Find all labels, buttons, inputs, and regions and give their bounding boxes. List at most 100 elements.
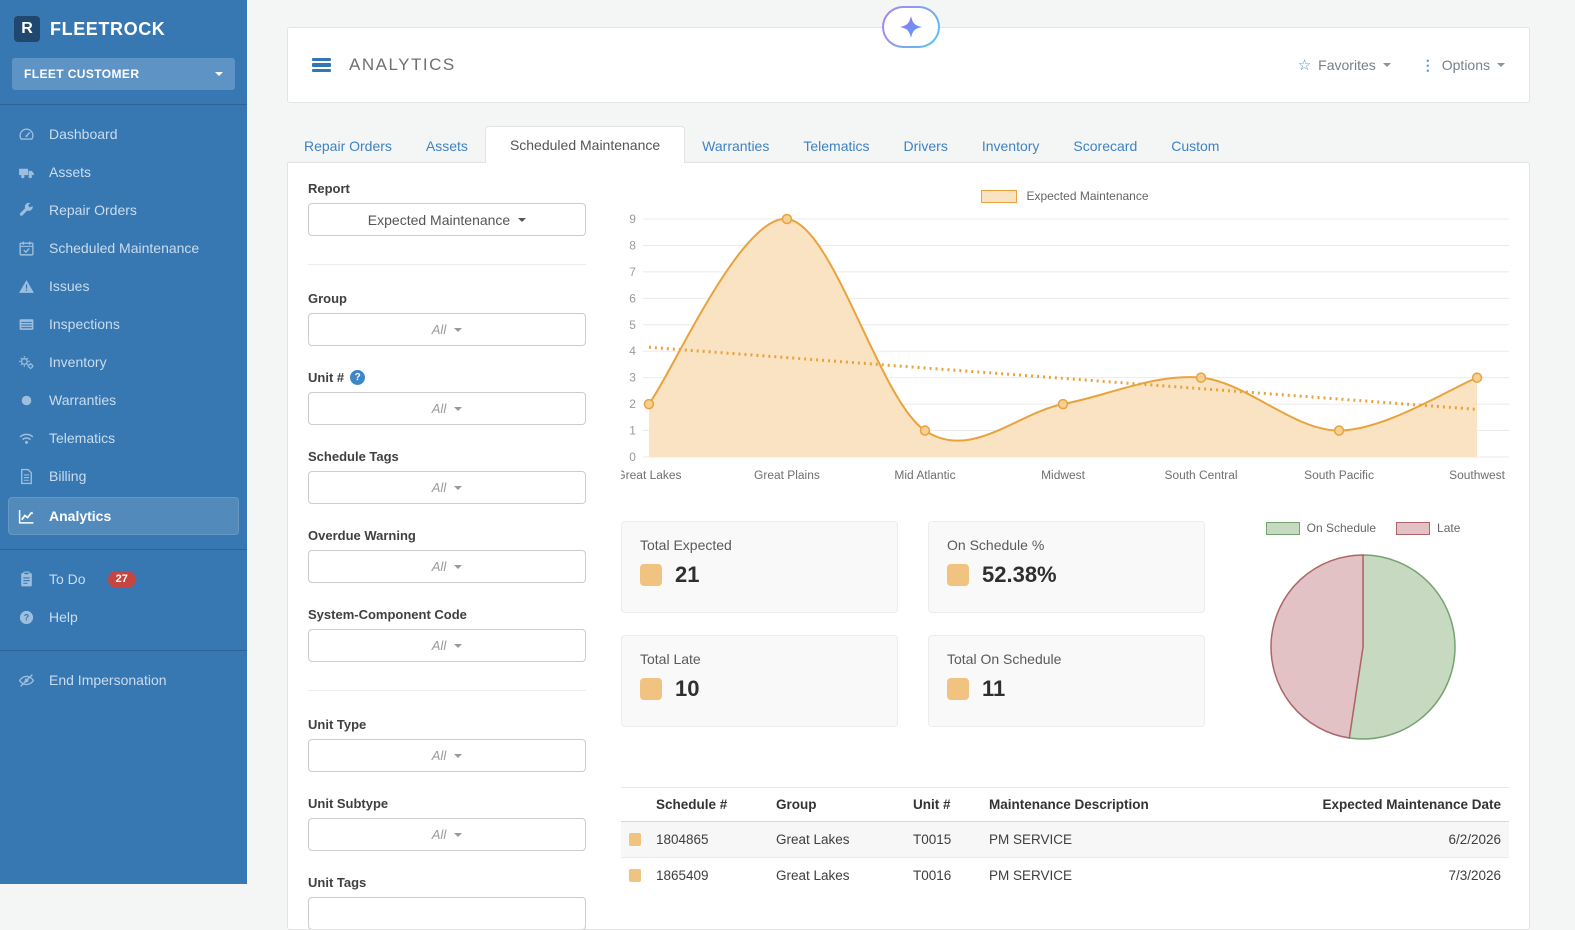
schedule-table-wrap: Schedule # Group Unit # Maintenance Desc…: [621, 787, 1509, 893]
filter-group: Group All: [308, 291, 586, 346]
sidebar-item-label: Dashboard: [49, 126, 118, 142]
stat-swatch-icon: [640, 678, 662, 700]
tab-scorecard[interactable]: Scorecard: [1056, 130, 1154, 162]
chevron-down-icon: [454, 643, 463, 648]
tab-custom[interactable]: Custom: [1154, 130, 1236, 162]
filter-report: Report Expected Maintenance: [308, 181, 586, 236]
sidebar-item-label: End Impersonation: [49, 672, 167, 688]
sidebar-item-to-do[interactable]: To Do 27: [0, 560, 247, 598]
sidebar-item-help[interactable]: ? Help: [0, 598, 247, 636]
ai-assistant-button[interactable]: [882, 6, 940, 48]
table-row[interactable]: 1865409 Great Lakes T0016 PM SERVICE 7/3/202…: [621, 857, 1509, 893]
sidebar-item-inspections[interactable]: Inspections: [0, 305, 247, 343]
sidebar-item-dashboard[interactable]: Dashboard: [0, 115, 247, 153]
svg-text:South Pacific: South Pacific: [1304, 468, 1374, 482]
svg-text:9: 9: [629, 212, 636, 226]
sidebar-item-label: Repair Orders: [49, 202, 137, 218]
pie-legend-entry: On Schedule: [1265, 521, 1377, 535]
sidebar-item-label: Issues: [49, 278, 90, 294]
filter-overdue-warning: Overdue Warning All: [308, 528, 586, 583]
area-chart-legend: Expected Maintenance: [621, 189, 1509, 203]
stat-card-on-schedule-: On Schedule % 52.38%: [928, 521, 1205, 613]
chevron-down-icon: [215, 72, 223, 76]
report-content: Expected Maintenance 0 1 2 3 4 5 6 7 8 9 Great Lak…: [621, 163, 1509, 893]
help-icon[interactable]: ?: [350, 370, 366, 385]
chevron-down-icon: [454, 485, 463, 490]
svg-text:Mid Atlantic: Mid Atlantic: [894, 468, 955, 482]
pie-legend-entry: Late: [1396, 521, 1460, 535]
sidebar-nav-main: Dashboard Assets Repair Orders Scheduled Ma…: [0, 115, 247, 535]
favorites-dropdown[interactable]: ☆ Favorites: [1298, 57, 1391, 73]
table-cell: T0016: [913, 857, 989, 893]
app-logo: R FLEETROCK: [0, 0, 247, 52]
sidebar-item-analytics[interactable]: Analytics: [8, 497, 239, 535]
legend-swatch: [1396, 521, 1431, 535]
stats-cards: Total Expected 21 On Schedule % 52.38% Total…: [621, 521, 1205, 727]
tab-scheduled-maintenance[interactable]: Scheduled Maintenance: [484, 126, 686, 163]
legend-label: On Schedule: [1306, 521, 1377, 535]
chevron-down-icon: [1382, 63, 1391, 67]
svg-text:4: 4: [629, 344, 636, 358]
filter-unit-tags: Unit Tags: [308, 875, 586, 929]
sidebar-item-warranties[interactable]: Warranties: [0, 381, 247, 419]
chart-icon: [18, 508, 35, 525]
tab-warranties[interactable]: Warranties: [685, 130, 786, 162]
filter-select[interactable]: All: [308, 471, 586, 504]
filter-select-value: All: [431, 559, 447, 574]
sidebar-item-label: Assets: [49, 164, 92, 180]
stat-value: 10: [675, 676, 700, 701]
svg-text:1: 1: [629, 424, 636, 438]
sidebar-item-label: Warranties: [49, 392, 117, 408]
sidebar-item-end-impersonation[interactable]: End Impersonation: [0, 661, 247, 699]
sidebar-item-repair-orders[interactable]: Repair Orders: [0, 191, 247, 229]
sidebar-item-assets[interactable]: Assets: [0, 153, 247, 191]
sidebar-item-billing[interactable]: Billing: [0, 457, 247, 495]
main-area: ANALYTICS ☆ Favorites ⋮ Options Repair O…: [247, 0, 1575, 930]
tab-repair-orders[interactable]: Repair Orders: [287, 130, 409, 162]
filter-select[interactable]: All: [308, 313, 586, 346]
tab-drivers[interactable]: Drivers: [886, 130, 964, 162]
favorites-label: Favorites: [1318, 57, 1376, 73]
on-schedule-pie-chart: [1270, 554, 1456, 740]
filter-select[interactable]: All: [308, 629, 586, 662]
sidebar-item-issues[interactable]: Issues: [0, 267, 247, 305]
warning-icon: [18, 278, 35, 295]
svg-text:3: 3: [629, 371, 636, 385]
tab-telematics[interactable]: Telematics: [786, 130, 886, 162]
filter-schedule-tags: Schedule Tags All: [308, 449, 586, 504]
sidebar-item-label: Telematics: [49, 430, 116, 446]
filter-divider: [308, 264, 586, 265]
page-title: ANALYTICS: [349, 55, 456, 74]
sidebar-item-scheduled-maintenance[interactable]: Scheduled Maintenance: [0, 229, 247, 267]
stat-swatch-icon: [640, 564, 662, 586]
legend-swatch: [981, 189, 1018, 203]
customer-selector-dropdown[interactable]: FLEET CUSTOMER: [12, 58, 235, 90]
scheduled-maintenance-panel: Report Expected Maintenance Group All Unit…: [287, 162, 1530, 930]
menu-toggle-icon[interactable]: [312, 57, 331, 73]
sidebar-divider: [0, 549, 247, 550]
sidebar-nav-footer: End Impersonation: [0, 661, 247, 699]
sidebar-item-label: Help: [49, 609, 78, 625]
table-cell: Great Lakes: [776, 821, 913, 858]
report-select[interactable]: Expected Maintenance: [308, 203, 586, 236]
sidebar-item-telematics[interactable]: Telematics: [0, 419, 247, 457]
options-dropdown[interactable]: ⋮ Options: [1421, 57, 1505, 73]
column-header: Group: [776, 787, 913, 822]
filter-select[interactable]: [308, 897, 586, 929]
stat-label: Total Late: [640, 651, 701, 667]
table-row[interactable]: 1804865 Great Lakes T0015 PM SERVICE 6/2/202…: [621, 821, 1509, 858]
filter-select[interactable]: All: [308, 818, 586, 851]
stat-value: 11: [982, 676, 1006, 701]
filter-select[interactable]: All: [308, 739, 586, 772]
sidebar-item-inventory[interactable]: Inventory: [0, 343, 247, 381]
chevron-down-icon: [454, 406, 463, 411]
filter-select[interactable]: All: [308, 392, 586, 425]
tab-inventory[interactable]: Inventory: [965, 130, 1057, 162]
tab-assets[interactable]: Assets: [409, 130, 485, 162]
filter-select[interactable]: All: [308, 550, 586, 583]
filter-select-value: All: [431, 401, 447, 416]
stat-value: 52.38%: [982, 562, 1057, 587]
stat-card-total-expected: Total Expected 21: [621, 521, 898, 613]
stat-label: On Schedule %: [947, 537, 1045, 553]
sidebar-divider: [0, 650, 247, 651]
